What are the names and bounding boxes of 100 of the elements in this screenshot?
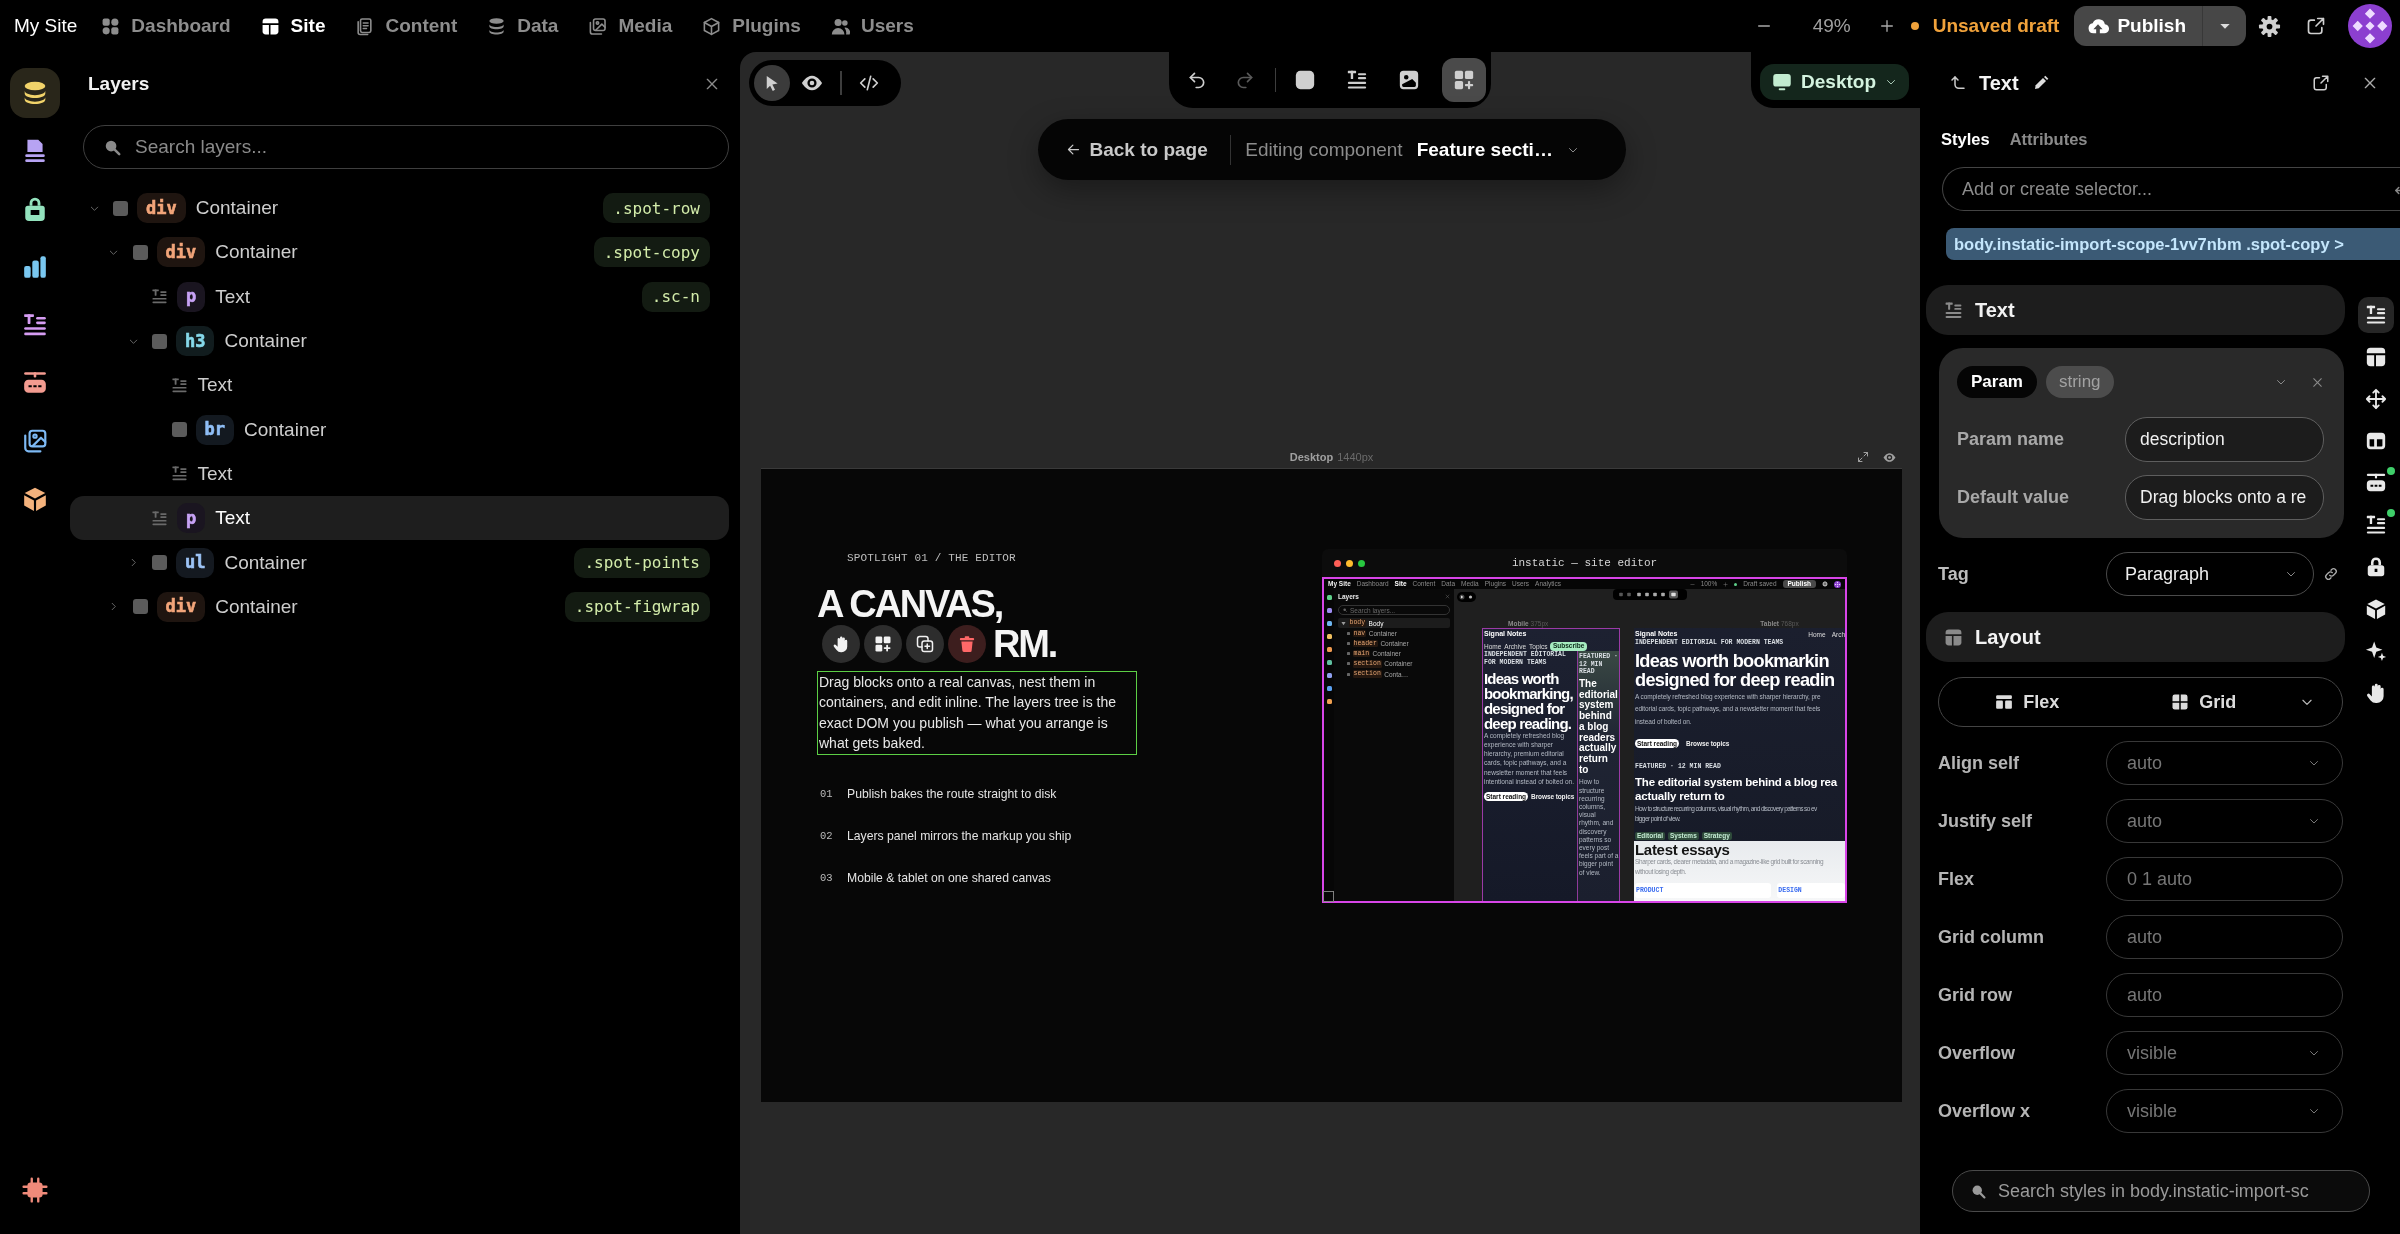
element-tag: br	[195, 414, 234, 445]
inspector-tab[interactable]: Attributes	[2009, 129, 2088, 149]
text-icon[interactable]	[2358, 297, 2394, 333]
publish-button[interactable]: Publish	[2074, 6, 2202, 46]
link-icon[interactable]	[2323, 566, 2339, 582]
text-icon[interactable]	[2365, 514, 2387, 536]
page-icon[interactable]	[22, 138, 48, 164]
text-icon[interactable]	[1346, 69, 1369, 91]
tile-icon[interactable]	[1326, 686, 1332, 691]
tile-icon[interactable]	[1326, 660, 1332, 665]
resize-handle-icon[interactable]	[1323, 891, 1334, 902]
nav-tab[interactable]: Data	[487, 15, 559, 37]
tile-icon[interactable]	[1326, 595, 1332, 600]
section-header[interactable]: Text	[1926, 285, 2345, 335]
trash-icon[interactable]	[948, 625, 986, 663]
text-field[interactable]: Drag blocks onto a re	[2125, 475, 2324, 520]
hand-icon[interactable]	[822, 625, 860, 663]
hand-icon[interactable]	[2365, 682, 2387, 704]
external-link-icon[interactable]	[2312, 74, 2330, 92]
text-field[interactable]: description	[2125, 417, 2324, 462]
layer-name[interactable]: Container	[195, 197, 279, 220]
expand-icon[interactable]	[1857, 450, 1869, 463]
site-name[interactable]: My Site	[14, 15, 78, 37]
layout-icon[interactable]	[2365, 346, 2387, 368]
avatar-icon[interactable]	[2348, 4, 2392, 48]
search-field[interactable]: Search styles in body.instatic-import-sc	[1952, 1170, 2370, 1212]
settings-icon[interactable]	[2258, 14, 2281, 38]
nav-tab[interactable]: Content	[355, 15, 458, 37]
selected-paragraph[interactable]: Drag blocks onto a real canvas, nest them in containers, and edit inline. The layers tree is the exact DOM you publish — what you arrange is what gets baked.	[817, 671, 1137, 755]
layer-name[interactable]: Container	[215, 595, 298, 618]
lock-icon[interactable]	[22, 196, 48, 222]
frame-label: Desktop	[1289, 451, 1334, 463]
caret-down-icon[interactable]	[1341, 620, 1346, 626]
corner-arrow-icon[interactable]	[1949, 74, 1967, 92]
zoom-in-icon[interactable]	[1878, 18, 1895, 34]
status-dot-icon	[1734, 582, 1738, 586]
lock-icon[interactable]	[2365, 556, 2387, 578]
undo-icon[interactable]	[1186, 70, 1207, 90]
spacing-icon[interactable]	[2365, 472, 2387, 494]
card-icon[interactable]	[2365, 430, 2387, 452]
sparkle-icon[interactable]	[2365, 640, 2387, 662]
nav-tab[interactable]: Dashboard	[101, 15, 231, 37]
nav-tab[interactable]: Users	[830, 15, 914, 37]
layer-name[interactable]: Container	[224, 551, 307, 574]
nav-tab[interactable]: Site	[260, 15, 326, 37]
layer-name[interactable]: Text	[215, 285, 251, 308]
avatar-icon[interactable]	[1834, 580, 1841, 588]
layers-icon[interactable]	[10, 68, 60, 118]
bar-chart-icon[interactable]	[22, 254, 48, 280]
tile-icon[interactable]	[1326, 634, 1332, 639]
cube-icon[interactable]	[2365, 598, 2387, 620]
layer-name[interactable]: Container	[215, 241, 298, 264]
close-icon[interactable]	[2311, 375, 2324, 389]
layer-row[interactable]: p Text	[70, 496, 729, 541]
section-header[interactable]: Layout	[1926, 612, 2345, 662]
display-option[interactable]: Flex	[1939, 678, 2116, 726]
add-block-icon[interactable]	[864, 625, 902, 663]
nav-tab[interactable]: Plugins	[702, 15, 801, 37]
section-heading: A CANVAS,	[817, 584, 1002, 624]
close-icon[interactable]	[704, 76, 720, 92]
add-block-icon[interactable]	[1442, 58, 1487, 102]
cube-icon[interactable]	[22, 486, 48, 512]
layer-name[interactable]: Container	[224, 330, 307, 353]
square-icon[interactable]	[1294, 69, 1317, 91]
nav-tab[interactable]: Media	[588, 15, 673, 37]
image-icon[interactable]	[1398, 69, 1421, 91]
cube-icon	[702, 16, 722, 36]
eye-icon[interactable]	[1883, 450, 1896, 464]
component-dropdown[interactable]: Feature secti…	[1416, 138, 1579, 161]
layer-name[interactable]: Container	[244, 418, 327, 441]
inspector-tab[interactable]: Styles	[1941, 129, 1990, 149]
tile-icon[interactable]	[1326, 673, 1332, 678]
close-icon[interactable]	[2362, 75, 2378, 91]
pencil-icon[interactable]	[2032, 75, 2049, 91]
select-field[interactable]: visible	[2106, 1089, 2343, 1133]
save-status: Unsaved draft	[1932, 15, 2060, 37]
text-format-icon[interactable]	[22, 312, 48, 338]
duplicate-icon[interactable]	[906, 625, 944, 663]
chip-icon[interactable]	[22, 1177, 48, 1203]
images-icon[interactable]	[22, 428, 48, 454]
tile-icon[interactable]	[1326, 699, 1332, 704]
square-icon	[152, 333, 167, 349]
back-button[interactable]: Back to page	[1065, 138, 1208, 161]
spacing-icon[interactable]	[22, 370, 48, 396]
external-link-icon[interactable]	[2306, 16, 2326, 36]
device-dropdown[interactable]: Desktop	[1760, 64, 1909, 100]
tile-icon[interactable]	[1326, 647, 1332, 652]
pointer-icon[interactable]	[754, 65, 790, 101]
layer-name[interactable]: Text	[197, 462, 233, 485]
display-option[interactable]: Grid	[2115, 678, 2292, 726]
move-icon[interactable]	[2365, 388, 2387, 410]
tile-icon[interactable]	[1326, 608, 1332, 613]
tile-icon[interactable]	[1326, 621, 1332, 626]
settings-icon[interactable]	[1822, 581, 1828, 587]
layer-name[interactable]: Text	[215, 507, 251, 530]
layer-name[interactable]: Text	[197, 374, 233, 397]
selector-tag[interactable]: body.instatic-import-scope-1vv7nbm .spot-copy >	[1946, 228, 2400, 260]
code-icon[interactable]	[858, 73, 879, 93]
point-number: 01	[820, 787, 834, 800]
text-icon	[151, 509, 168, 527]
